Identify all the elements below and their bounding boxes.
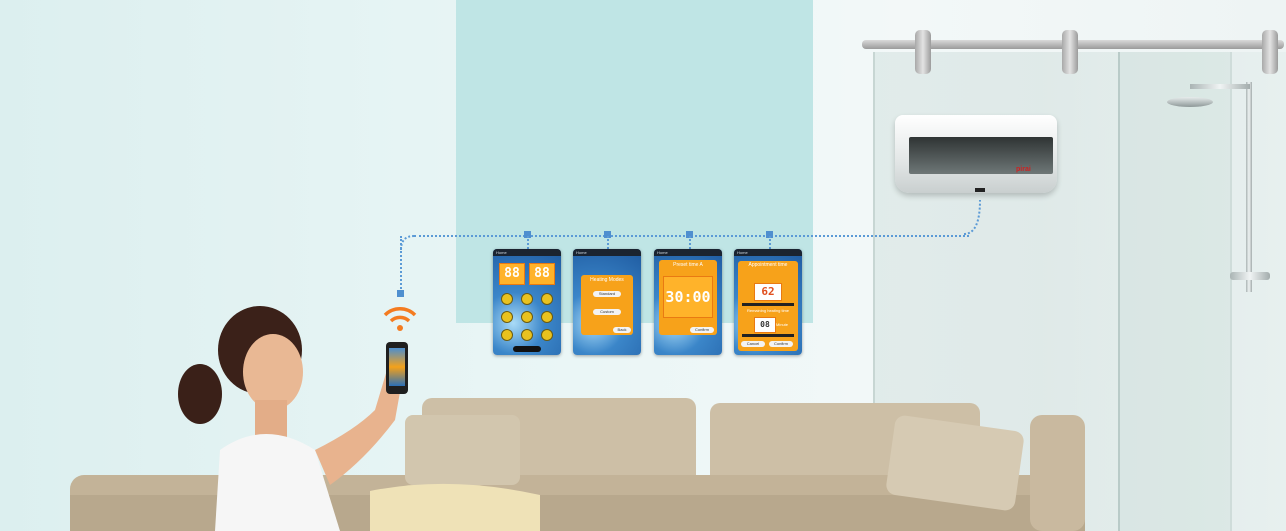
mode-button-icon[interactable] [501, 329, 513, 341]
app-screen-heating-modes: Home Heating Modes Standard Custom Back [573, 249, 641, 355]
heater-brand-logo: pirai [1016, 166, 1031, 173]
shower-mixer [1230, 272, 1270, 280]
app-screen-appointment: Home Appointment time 62 Remaining heati… [734, 249, 802, 355]
modes-card: Heating Modes Standard Custom [581, 275, 633, 335]
standard-button[interactable]: Standard [593, 291, 621, 297]
preset-card: Preset time A 30:00 [659, 260, 717, 335]
connector-line [689, 236, 691, 249]
remaining-label: Remaining heating time [746, 308, 790, 313]
progress-bar [742, 334, 794, 337]
screen-header: Home [734, 249, 802, 256]
remaining-value: 08 [754, 317, 776, 333]
unit-label: Minute [776, 322, 789, 327]
mode-button-icon[interactable] [541, 293, 553, 305]
power-button[interactable] [513, 346, 541, 352]
app-screen-control: Home 88 88 [493, 249, 561, 355]
time-display: 88 [529, 263, 555, 285]
mode-button-icon[interactable] [501, 293, 513, 305]
mode-button-icon[interactable] [521, 293, 533, 305]
connector-node [397, 290, 404, 297]
back-button[interactable]: Back [613, 327, 631, 333]
temperature-display: 88 [499, 263, 525, 285]
shower-arm [1190, 84, 1250, 89]
mode-button-icon[interactable] [541, 329, 553, 341]
rail-roller [1062, 30, 1078, 74]
confirm-button[interactable]: Confirm [769, 341, 793, 347]
rail-roller [1262, 30, 1278, 74]
appointment-card: Appointment time 62 Remaining heating ti… [738, 261, 798, 351]
woman-with-phone [178, 306, 405, 531]
mode-button-icon[interactable] [541, 311, 553, 323]
water-heater-front-panel [909, 137, 1053, 174]
custom-button[interactable]: Custom [593, 309, 621, 315]
confirm-button[interactable]: Confirm [690, 327, 714, 333]
appointment-value: 62 [754, 283, 782, 301]
screen-header: Home [654, 249, 722, 256]
shower-pipe [1246, 82, 1252, 292]
smartphone-screen [389, 348, 405, 386]
connector-curve [963, 199, 981, 235]
connector-line [527, 236, 529, 249]
mode-button-icon[interactable] [521, 311, 533, 323]
mode-button-icon[interactable] [501, 311, 513, 323]
screen-header: Home [573, 249, 641, 256]
shower-glass-panel [1118, 52, 1232, 531]
connector-line [607, 236, 609, 249]
rail-roller [915, 30, 931, 74]
modes-title: Heating Modes [590, 277, 624, 283]
shower-head-icon [1167, 97, 1213, 107]
cancel-button[interactable]: Cancel [741, 341, 765, 347]
mode-button-icon[interactable] [521, 329, 533, 341]
preset-time-display: 30:00 [663, 276, 713, 318]
progress-bar [742, 303, 794, 306]
preset-title: Preset time A [673, 262, 703, 268]
heater-wifi-module [975, 188, 985, 192]
appointment-title: Appointment time [748, 262, 788, 268]
connector-line [769, 236, 771, 249]
screen-header: Home [493, 249, 561, 256]
app-screen-preset-time: Home Preset time A 30:00 Confirm [654, 249, 722, 355]
